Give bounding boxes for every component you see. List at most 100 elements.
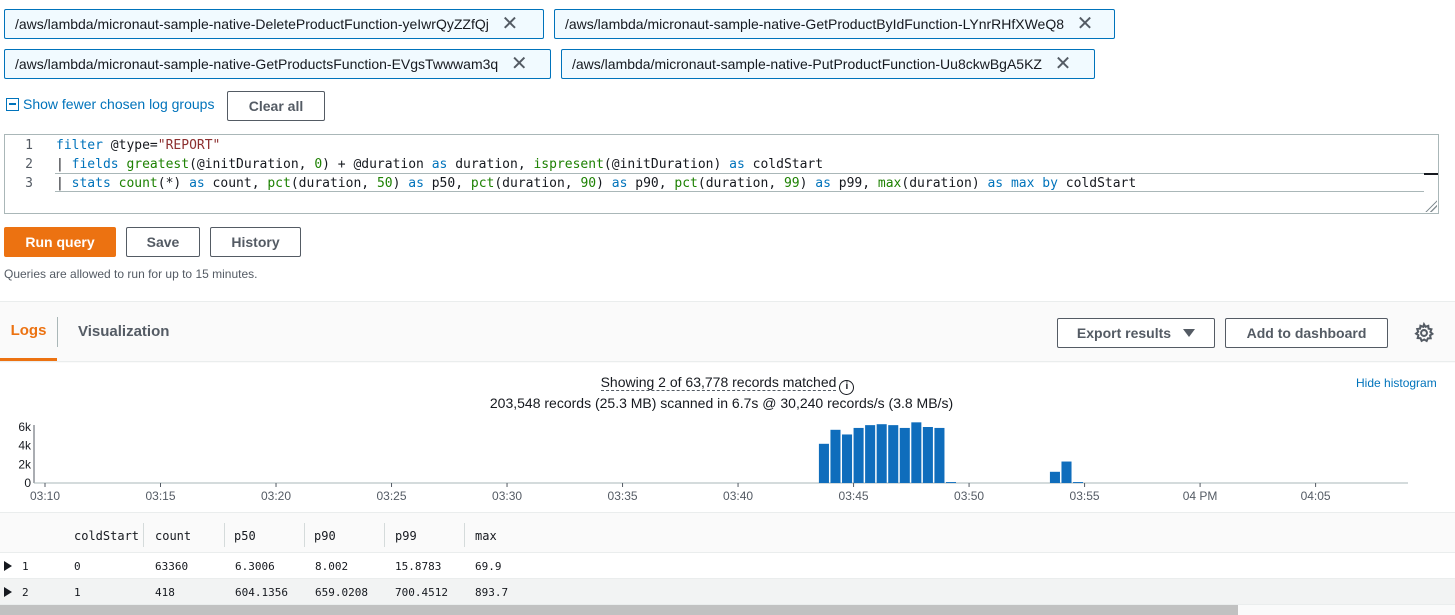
log-group-token: /aws/lambda/micronaut-sample-native-Dele…	[4, 9, 544, 39]
histogram-bar[interactable]	[934, 427, 945, 483]
histogram-bar[interactable]	[876, 424, 887, 483]
records-matched-summary: Showing 2 of 63,778 records matched i	[0, 374, 1455, 395]
query-line: 1 filter @type="REPORT"	[5, 136, 220, 155]
histogram-bar[interactable]	[818, 443, 829, 483]
results-panel: Logs Visualization Export results Add to…	[0, 301, 1455, 615]
cell-p90: 8.002	[315, 559, 349, 573]
query-limit-note: Queries are allowed to run for up to 15 …	[4, 267, 258, 281]
x-tick-label: 03:50	[954, 489, 984, 503]
x-tick-label: 03:40	[723, 489, 753, 503]
tab-logs[interactable]: Logs	[0, 302, 57, 361]
y-tick-label: 6k	[18, 420, 32, 434]
info-icon[interactable]: i	[839, 380, 855, 395]
remove-log-group-icon[interactable]: ✕	[1052, 53, 1074, 75]
x-tick-label: 03:15	[145, 489, 175, 503]
query-line: 2 | fields greatest(@initDuration, 0) + …	[5, 155, 823, 174]
table-row[interactable]: 2 1 418 604.1356 659.0208 700.4512 893.7	[0, 579, 1455, 605]
histogram-panel: Showing 2 of 63,778 records matched i 203…	[0, 363, 1455, 513]
histogram-bar[interactable]	[922, 427, 933, 483]
hide-histogram-link[interactable]: Hide histogram	[1356, 376, 1437, 390]
histogram-bar[interactable]	[853, 427, 864, 483]
column-header[interactable]: count	[155, 524, 191, 548]
log-group-token: /aws/lambda/micronaut-sample-native-PutP…	[561, 49, 1095, 79]
run-query-button[interactable]: Run query	[4, 227, 116, 257]
export-results-label: Export results	[1076, 325, 1172, 341]
cell-p99: 700.4512	[395, 585, 448, 599]
tab-divider	[57, 317, 58, 347]
table-row[interactable]: 1 0 63360 6.3006 8.002 15.8783 69.9	[0, 553, 1455, 579]
column-header[interactable]: p50	[234, 524, 256, 548]
expand-row-icon[interactable]	[4, 561, 12, 571]
editor-scroll-marker	[1424, 173, 1438, 175]
tab-visualization[interactable]: Visualization	[78, 302, 169, 361]
log-group-name: /aws/lambda/micronaut-sample-native-Dele…	[15, 16, 489, 32]
column-divider	[143, 523, 144, 547]
histogram-bar[interactable]	[1061, 461, 1072, 483]
histogram-bar[interactable]	[842, 434, 853, 483]
cell-coldstart: 1	[74, 585, 81, 599]
query-line: 3 | stats count(*) as count, pct(duratio…	[5, 174, 1136, 193]
remove-log-group-icon[interactable]: ✕	[1074, 13, 1096, 35]
caret-down-icon	[1183, 329, 1196, 337]
histogram-bar[interactable]	[945, 482, 957, 483]
column-divider	[384, 523, 385, 547]
row-index: 2	[22, 585, 29, 599]
add-to-dashboard-button[interactable]: Add to dashboard	[1225, 318, 1388, 348]
column-header[interactable]: max	[475, 524, 497, 548]
query-editor[interactable]: 1 filter @type="REPORT" 2 | fields great…	[4, 134, 1439, 214]
line-number: 3	[25, 176, 33, 191]
column-header[interactable]: coldStart	[74, 524, 139, 548]
cell-p90: 659.0208	[315, 585, 368, 599]
history-button[interactable]: History	[210, 227, 301, 257]
query-line-text: | fields greatest(@initDuration, 0) + @d…	[56, 157, 824, 172]
histogram-bar[interactable]	[888, 425, 899, 483]
remove-log-group-icon[interactable]: ✕	[499, 13, 521, 35]
line-number: 1	[25, 138, 33, 153]
records-matched-text: Showing 2 of 63,778 records matched	[600, 374, 837, 391]
column-divider	[304, 523, 305, 547]
histogram-bar[interactable]	[899, 427, 910, 483]
show-fewer-log-groups-link[interactable]: Show fewer chosen log groups	[6, 96, 214, 112]
records-scanned-summary: 203,548 records (25.3 MB) scanned in 6.7…	[489, 395, 954, 411]
expand-row-icon[interactable]	[4, 587, 12, 597]
table-header: coldStart count p50 p90 p99 max	[0, 513, 1455, 553]
histogram-bar[interactable]	[1049, 471, 1060, 483]
x-tick-label: 03:30	[492, 489, 522, 503]
cell-max: 893.7	[475, 585, 509, 599]
row-index: 1	[22, 559, 29, 573]
remove-log-group-icon[interactable]: ✕	[508, 53, 530, 75]
log-group-name: /aws/lambda/micronaut-sample-native-GetP…	[15, 56, 499, 72]
save-button[interactable]: Save	[126, 227, 200, 257]
cell-p50: 6.3006	[235, 559, 275, 573]
cell-p99: 15.8783	[395, 559, 442, 573]
x-tick-label: 04:05	[1301, 489, 1331, 503]
column-header[interactable]: p99	[395, 524, 417, 548]
log-group-name: /aws/lambda/micronaut-sample-native-PutP…	[572, 56, 1042, 72]
cell-count: 63360	[155, 559, 189, 573]
x-tick-label: 04 PM	[1183, 489, 1218, 503]
query-line-text: filter @type="REPORT"	[56, 138, 221, 153]
resize-handle-icon[interactable]	[1425, 200, 1437, 212]
horizontal-scrollbar[interactable]	[0, 605, 1238, 615]
x-tick-label: 03:25	[377, 489, 407, 503]
histogram-bar[interactable]	[911, 422, 922, 483]
collapse-icon	[6, 97, 19, 111]
y-tick-label: 2k	[18, 457, 32, 471]
y-tick-label: 0	[24, 476, 31, 490]
log-group-token: /aws/lambda/micronaut-sample-native-GetP…	[4, 49, 551, 79]
histogram-bar[interactable]	[830, 429, 841, 483]
x-tick-label: 03:45	[839, 489, 869, 503]
clear-all-button[interactable]: Clear all	[227, 91, 325, 121]
export-results-button[interactable]: Export results	[1057, 318, 1215, 348]
y-tick-label: 4k	[18, 439, 32, 453]
gear-icon[interactable]	[1413, 322, 1435, 344]
column-divider	[464, 523, 465, 547]
cell-p50: 604.1356	[235, 585, 288, 599]
histogram-bar[interactable]	[1073, 482, 1084, 483]
x-tick-label: 03:55	[1070, 489, 1100, 503]
histogram-bar[interactable]	[865, 425, 876, 483]
query-line-text: | stats count(*) as count, pct(duration,…	[56, 176, 1137, 191]
results-table: coldStart count p50 p90 p99 max 1 0 6336…	[0, 513, 1455, 615]
column-header[interactable]: p90	[314, 524, 336, 548]
column-divider	[224, 523, 225, 547]
